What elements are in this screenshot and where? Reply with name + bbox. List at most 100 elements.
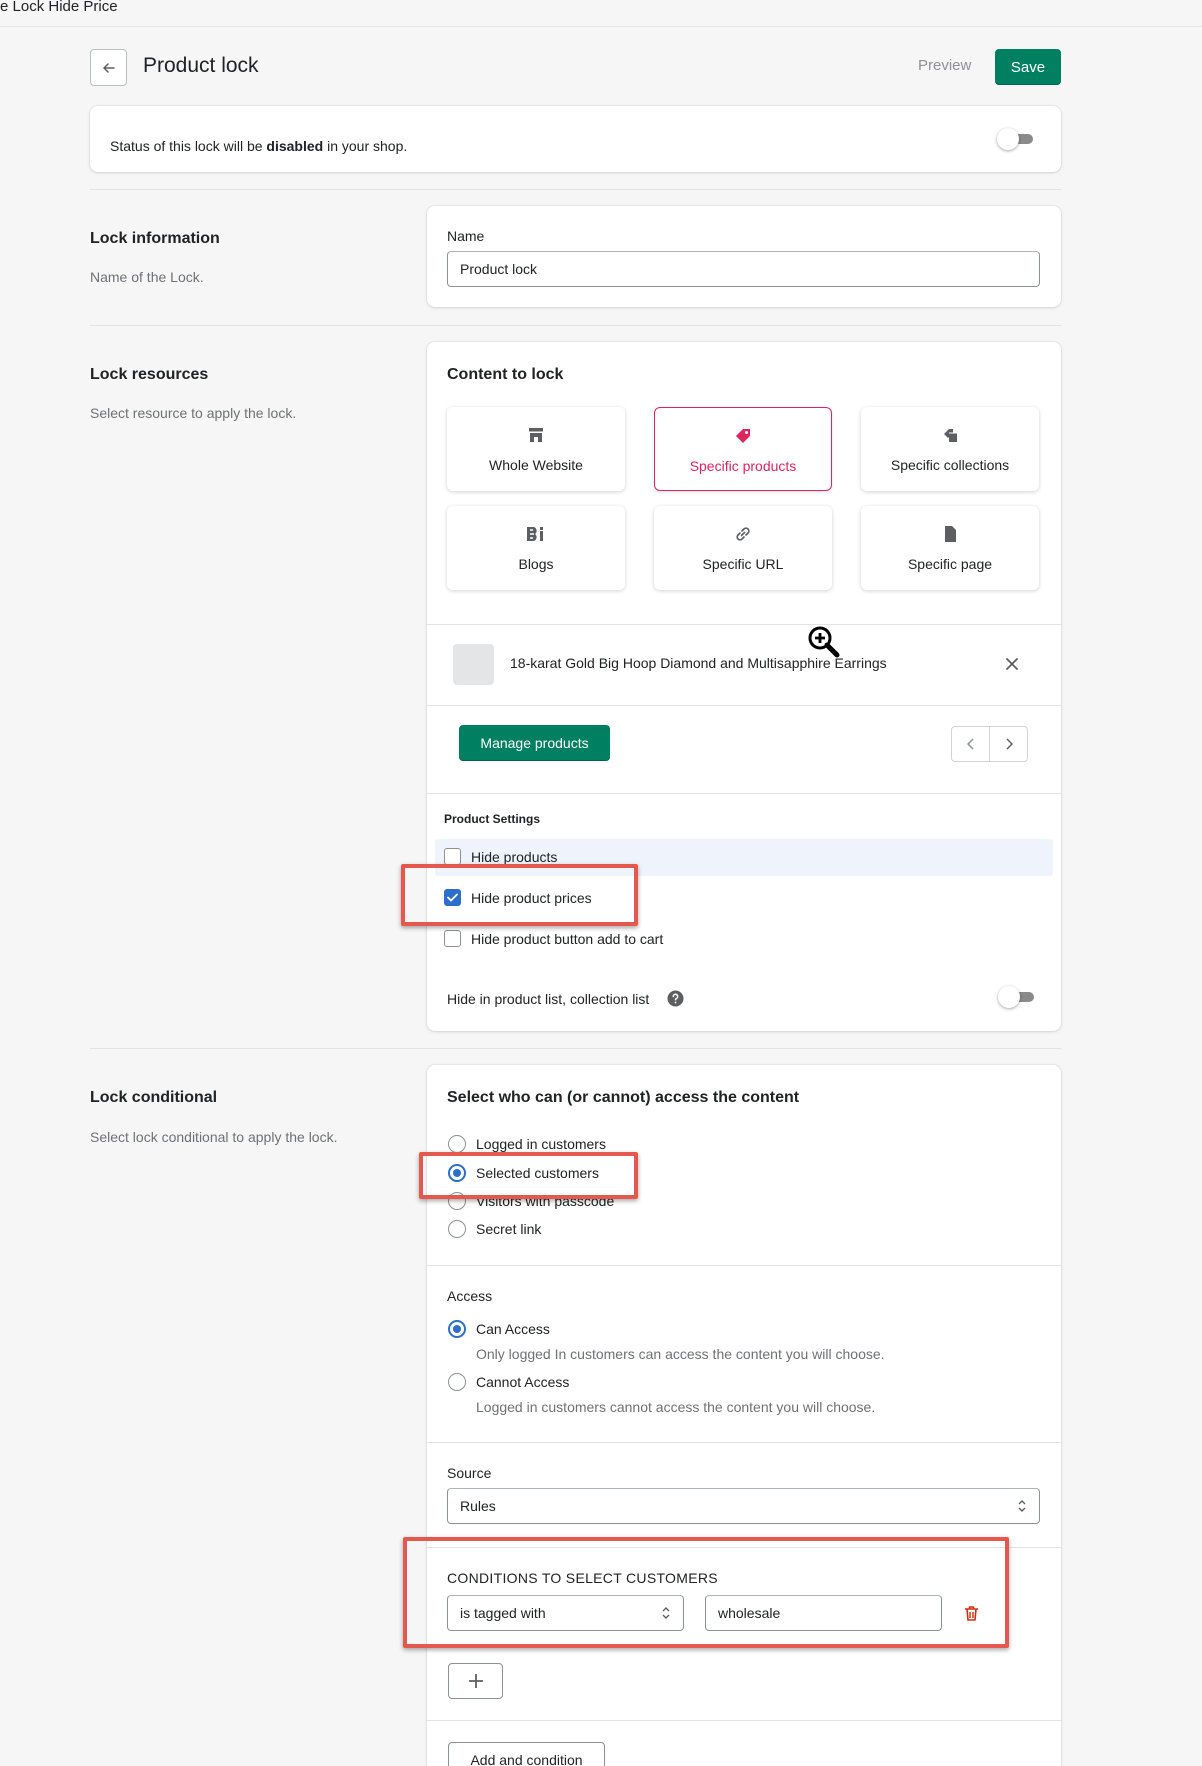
hide-products-checkbox-row[interactable]: Hide products	[444, 848, 557, 865]
plus-icon	[468, 1674, 483, 1688]
next-page-button[interactable]	[990, 727, 1027, 761]
status-toggle[interactable]	[997, 128, 1035, 150]
link-icon	[736, 527, 750, 541]
checkmark-icon	[447, 893, 458, 902]
hide-prices-checkbox[interactable]	[444, 889, 461, 906]
option-logged-in-customers[interactable]: Logged in customers	[448, 1135, 606, 1153]
divider	[90, 325, 1061, 326]
tile-label: Specific collections	[890, 457, 1010, 473]
tile-specific-collections[interactable]: Specific collections	[861, 407, 1039, 491]
lock-resources-description: Select resource to apply the lock.	[90, 405, 297, 421]
close-icon	[1006, 658, 1018, 670]
cannot-access-help: Logged in customers cannot access the co…	[476, 1399, 876, 1415]
lock-information-title: Lock information	[90, 230, 220, 247]
divider	[90, 1048, 1061, 1049]
tile-label: Whole Website	[489, 457, 583, 473]
hide-in-list-toggle[interactable]	[998, 986, 1036, 1008]
option-visitors-with-passcode[interactable]: Visitors with passcode	[448, 1192, 614, 1210]
lock-resources-card: Content to lock Whole Website Specific p…	[427, 342, 1061, 1031]
radio-button[interactable]	[448, 1320, 466, 1338]
source-select[interactable]: Rules	[447, 1488, 1040, 1524]
radio-button[interactable]	[448, 1164, 466, 1182]
hide-in-list-row: Hide in product list, collection list	[447, 990, 684, 1007]
app-title: e Lock Hide Price	[0, 0, 118, 15]
store-icon	[529, 428, 543, 442]
product-settings-heading: Product Settings	[444, 812, 541, 826]
checkbox-label: Hide product button add to cart	[471, 930, 664, 947]
lock-information-description: Name of the Lock.	[90, 269, 204, 285]
radio-label: Cannot Access	[476, 1374, 570, 1390]
tag-icon	[736, 429, 750, 443]
status-card: Status of this lock will be disabled in …	[90, 106, 1061, 172]
name-label: Name	[447, 228, 485, 244]
back-button[interactable]	[90, 49, 127, 86]
lock-conditional-card: Select who can (or cannot) access the co…	[427, 1065, 1061, 1766]
divider	[427, 624, 1061, 625]
access-heading: Access	[447, 1288, 493, 1304]
option-cannot-access[interactable]: Cannot Access	[448, 1373, 569, 1391]
conditions-heading: CONDITIONS TO SELECT CUSTOMERS	[447, 1570, 718, 1586]
name-input[interactable]: Product lock	[447, 251, 1040, 287]
chevron-right-icon	[1005, 738, 1013, 750]
who-can-access-heading: Select who can (or cannot) access the co…	[447, 1089, 800, 1106]
source-select-value: Rules	[460, 1498, 496, 1514]
pagination	[951, 726, 1028, 762]
zoom-cursor	[806, 624, 842, 663]
option-selected-customers[interactable]: Selected customers	[448, 1164, 599, 1182]
condition-operator-select[interactable]: is tagged with	[447, 1595, 684, 1631]
manage-products-button[interactable]: Manage products	[459, 725, 610, 761]
radio-label: Can Access	[476, 1321, 550, 1337]
radio-button[interactable]	[448, 1135, 466, 1153]
radio-label: Secret link	[476, 1221, 542, 1237]
lock-information-card: Name Product lock	[427, 206, 1061, 307]
lock-resources-title: Lock resources	[90, 366, 209, 383]
page-title: Product lock	[143, 54, 259, 77]
radio-label: Logged in customers	[476, 1136, 606, 1152]
hide-add-to-cart-checkbox[interactable]	[444, 930, 461, 947]
status-text: Status of this lock will be disabled in …	[110, 138, 408, 154]
condition-value-input[interactable]: wholesale	[705, 1595, 942, 1631]
source-label: Source	[447, 1465, 492, 1481]
hide-in-list-label: Hide in product list, collection list	[447, 990, 650, 1007]
arrow-left-icon	[102, 62, 115, 73]
add-condition-button[interactable]	[448, 1663, 503, 1699]
preview-button[interactable]: Preview	[918, 57, 971, 74]
blog-icon	[527, 527, 543, 541]
tile-specific-url[interactable]: Specific URL	[654, 506, 832, 590]
divider	[427, 1442, 1061, 1443]
product-thumbnail	[453, 644, 494, 685]
trash-icon	[964, 1605, 978, 1621]
tile-specific-products[interactable]: Specific products	[654, 407, 832, 491]
checkbox-label: Hide products	[471, 848, 558, 865]
hide-prices-checkbox-row[interactable]: Hide product prices	[444, 889, 592, 906]
tile-label: Specific URL	[702, 556, 784, 572]
tile-specific-page[interactable]: Specific page	[861, 506, 1039, 590]
app-topbar: e Lock Hide Price	[0, 0, 1202, 27]
add-and-condition-button[interactable]: Add and condition	[448, 1742, 605, 1766]
radio-button[interactable]	[448, 1192, 466, 1210]
radio-button[interactable]	[448, 1220, 466, 1238]
tile-blogs[interactable]: Blogs	[447, 506, 625, 590]
delete-condition-button[interactable]	[961, 1603, 981, 1623]
can-access-help: Only logged In customers can access the …	[476, 1346, 885, 1362]
previous-page-button[interactable]	[952, 727, 990, 761]
option-secret-link[interactable]: Secret link	[448, 1220, 541, 1238]
condition-operator-value: is tagged with	[460, 1605, 546, 1621]
select-arrows-icon	[662, 1607, 670, 1619]
zoom-in-cursor-icon	[808, 626, 840, 658]
radio-label: Visitors with passcode	[476, 1193, 615, 1209]
page-icon	[945, 526, 956, 542]
divider	[427, 1265, 1061, 1266]
option-can-access[interactable]: Can Access	[448, 1320, 550, 1338]
radio-button[interactable]	[448, 1373, 466, 1391]
divider	[90, 189, 1061, 190]
lock-conditional-description: Select lock conditional to apply the loc…	[90, 1129, 338, 1145]
save-button[interactable]: Save	[995, 49, 1061, 85]
remove-product-button[interactable]	[1003, 655, 1021, 673]
collections-icon	[944, 429, 957, 442]
divider	[427, 705, 1061, 706]
hide-add-to-cart-checkbox-row[interactable]: Hide product button add to cart	[444, 930, 663, 947]
help-icon[interactable]	[667, 990, 684, 1007]
hide-products-checkbox[interactable]	[444, 848, 461, 865]
tile-whole-website[interactable]: Whole Website	[447, 407, 625, 491]
